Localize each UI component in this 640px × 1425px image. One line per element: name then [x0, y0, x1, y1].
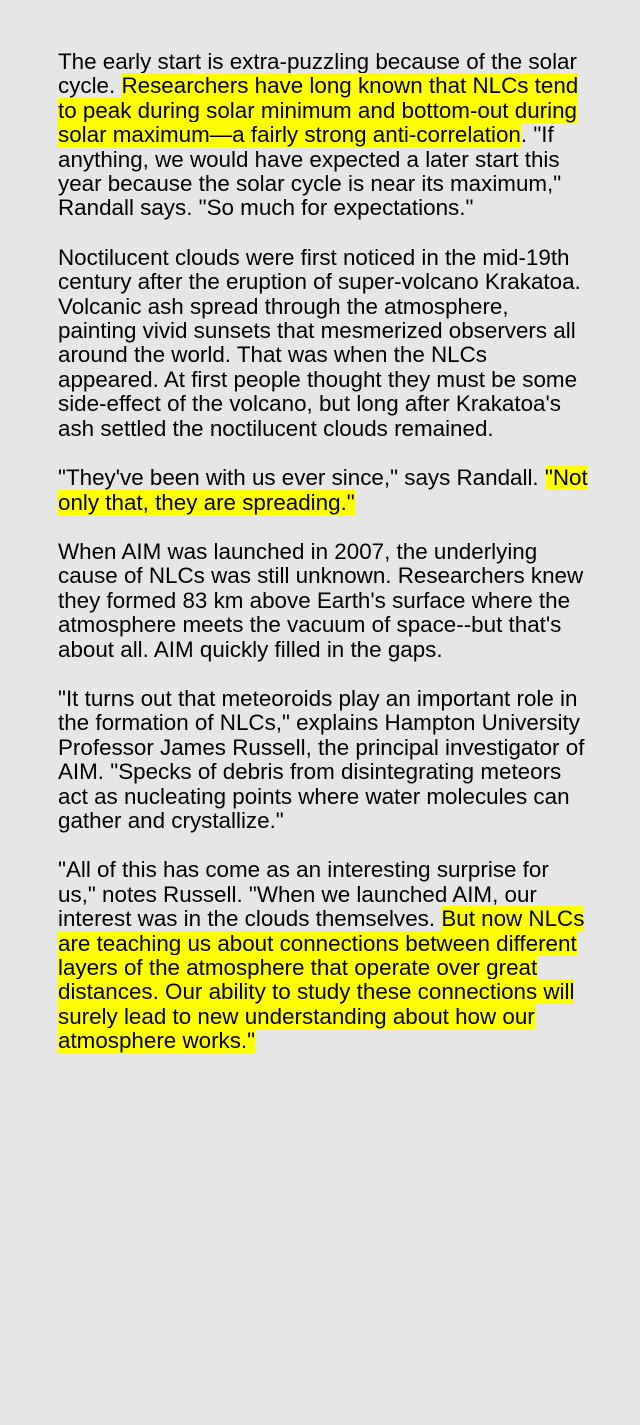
article-paragraph: Noctilucent clouds were first noticed in… — [58, 244, 588, 441]
paragraph-text: "They've been with us ever since," says … — [58, 465, 545, 491]
article-paragraph: The early start is extra-puzzling becaus… — [58, 49, 588, 221]
paragraph-text: When AIM was launched in 2007, the under… — [58, 538, 584, 662]
article-paragraph: "It turns out that meteoroids play an im… — [58, 685, 588, 833]
paragraph-text: Noctilucent clouds were first noticed in… — [58, 244, 581, 441]
page: The early start is extra-puzzling becaus… — [0, 0, 640, 1425]
highlighted-text: Researchers have long known that NLCs te… — [58, 73, 579, 148]
article-body: The early start is extra-puzzling becaus… — [58, 49, 588, 1079]
paragraph-text: "It turns out that meteoroids play an im… — [58, 685, 585, 833]
article-paragraph: When AIM was launched in 2007, the under… — [58, 538, 588, 662]
article-paragraph: "All of this has come as an interesting … — [58, 858, 588, 1054]
article-paragraph: "They've been with us ever since," says … — [58, 465, 588, 515]
